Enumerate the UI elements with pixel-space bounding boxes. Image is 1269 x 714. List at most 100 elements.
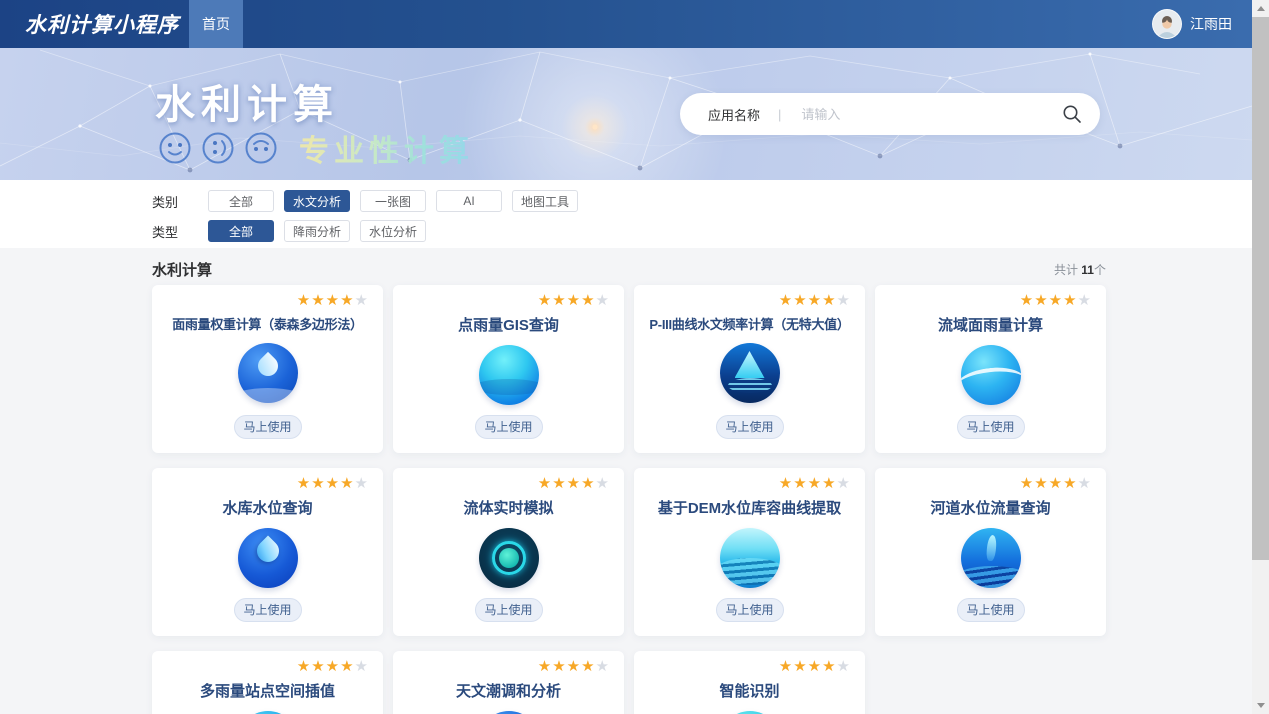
star-icon: ★ xyxy=(596,658,610,675)
filter-option[interactable]: 水文分析 xyxy=(284,190,350,212)
use-now-button[interactable]: 马上使用 xyxy=(957,598,1025,622)
search-divider: | xyxy=(778,107,781,122)
search-icon[interactable] xyxy=(1062,104,1082,124)
rating-stars: ★★★★★ xyxy=(538,476,614,492)
star-icon: ★ xyxy=(297,292,311,309)
hero-title: 水利计算 xyxy=(155,72,339,130)
top-navbar: 水利计算小程序 首页 江雨田 xyxy=(0,0,1252,48)
star-icon: ★ xyxy=(311,475,325,492)
count-value: 11 xyxy=(1081,263,1094,277)
star-icon: ★ xyxy=(808,658,822,675)
app-title: 流域面雨量计算 xyxy=(938,314,1043,335)
filter-option[interactable]: 水位分析 xyxy=(360,220,426,242)
star-icon: ★ xyxy=(1034,292,1048,309)
use-now-button[interactable]: 马上使用 xyxy=(234,415,302,439)
app-title: 点雨量GIS查询 xyxy=(458,314,559,335)
app-card: ★★★★★ 面雨量权重计算（泰森多边形法） 马上使用 xyxy=(152,285,383,453)
filter-row: 类型 全部降雨分析水位分析 xyxy=(152,220,1252,242)
rating-stars: ★★★★★ xyxy=(297,293,373,309)
tab-home[interactable]: 首页 xyxy=(189,0,243,48)
star-icon: ★ xyxy=(779,658,793,675)
app-title: 智能识别 xyxy=(719,680,779,701)
star-icon: ★ xyxy=(793,475,807,492)
star-icon: ★ xyxy=(552,475,566,492)
rating-stars: ★★★★★ xyxy=(538,659,614,675)
filter-band: 类别 全部水文分析一张图AI地图工具 类型 全部降雨分析水位分析 xyxy=(0,180,1252,248)
star-icon: ★ xyxy=(1034,475,1048,492)
app-card: ★★★★★ 智能识别 马上使用 xyxy=(634,651,865,714)
app-card: ★★★★★ 天文潮调和分析 马上使用 xyxy=(393,651,624,714)
star-icon: ★ xyxy=(1063,292,1077,309)
use-now-button[interactable]: 马上使用 xyxy=(716,598,784,622)
star-icon: ★ xyxy=(326,658,340,675)
filter-option[interactable]: 全部 xyxy=(208,190,274,212)
star-icon: ★ xyxy=(793,292,807,309)
star-icon: ★ xyxy=(538,658,552,675)
total-count: 共计 11个 xyxy=(1054,261,1106,278)
wave-sphere-icon xyxy=(961,345,1021,405)
use-now-button[interactable]: 马上使用 xyxy=(716,415,784,439)
use-now-button[interactable]: 马上使用 xyxy=(475,415,543,439)
count-prefix: 共计 xyxy=(1054,263,1081,277)
scroll-up-button[interactable] xyxy=(1252,0,1269,17)
filter-option[interactable]: 全部 xyxy=(208,220,274,242)
star-icon: ★ xyxy=(822,292,836,309)
star-icon: ★ xyxy=(567,475,581,492)
star-icon: ★ xyxy=(538,292,552,309)
rating-stars: ★★★★★ xyxy=(1020,476,1096,492)
star-icon: ★ xyxy=(311,292,325,309)
filter-option[interactable]: AI xyxy=(436,190,502,212)
app-title: 水库水位查询 xyxy=(222,497,312,518)
star-icon: ★ xyxy=(1020,475,1034,492)
star-icon: ★ xyxy=(1020,292,1034,309)
app-brand: 水利计算小程序 xyxy=(25,9,179,39)
filter-option[interactable]: 降雨分析 xyxy=(284,220,350,242)
hero-banner: 水利计算 专业性计算 xyxy=(0,48,1252,180)
star-icon: ★ xyxy=(340,658,354,675)
scrollbar-thumb[interactable] xyxy=(1252,17,1269,560)
use-now-button[interactable]: 马上使用 xyxy=(475,598,543,622)
app-title: 面雨量权重计算（泰森多边形法） xyxy=(172,314,363,333)
filter-option[interactable]: 地图工具 xyxy=(512,190,578,212)
nav-tabs: 首页 xyxy=(189,0,243,48)
filter-option[interactable]: 一张图 xyxy=(360,190,426,212)
star-icon: ★ xyxy=(808,475,822,492)
rating-stars: ★★★★★ xyxy=(779,659,855,675)
app-card: ★★★★★ 流体实时模拟 马上使用 xyxy=(393,468,624,636)
star-icon: ★ xyxy=(581,292,595,309)
rating-stars: ★★★★★ xyxy=(1020,293,1096,309)
app-card: ★★★★★ 多雨量站点空间插值 马上使用 xyxy=(152,651,383,714)
app-card: ★★★★★ 河道水位流量查询 马上使用 xyxy=(875,468,1106,636)
globe-sphere-icon xyxy=(479,345,539,405)
star-icon: ★ xyxy=(355,658,369,675)
hero-subtitle: 专业性计算 xyxy=(299,126,474,170)
app-card: ★★★★★ 水库水位查询 马上使用 xyxy=(152,468,383,636)
rating-stars: ★★★★★ xyxy=(297,476,373,492)
smiley-smile-icon xyxy=(158,131,192,165)
user-name: 江雨田 xyxy=(1190,14,1232,34)
star-icon: ★ xyxy=(1049,475,1063,492)
filter-options: 全部降雨分析水位分析 xyxy=(208,220,436,242)
smiley-zen-icon xyxy=(244,131,278,165)
app-window: 水利计算小程序 首页 江雨田 xyxy=(0,0,1269,714)
star-icon: ★ xyxy=(779,475,793,492)
star-icon: ★ xyxy=(1049,292,1063,309)
vertical-scrollbar xyxy=(1252,0,1269,714)
app-card: ★★★★★ P-III曲线水文频率计算（无特大值） 马上使用 xyxy=(634,285,865,453)
star-icon: ★ xyxy=(779,292,793,309)
star-icon: ★ xyxy=(822,475,836,492)
scroll-down-button[interactable] xyxy=(1252,697,1269,714)
use-now-button[interactable]: 马上使用 xyxy=(957,415,1025,439)
user-menu[interactable]: 江雨田 xyxy=(1152,9,1232,39)
use-now-button[interactable]: 马上使用 xyxy=(234,598,302,622)
peak-reflection-icon xyxy=(720,343,780,403)
rating-stars: ★★★★★ xyxy=(297,659,373,675)
hero-subtitle-row: 专业性计算 xyxy=(158,126,474,170)
filter-row: 类别 全部水文分析一张图AI地图工具 xyxy=(152,190,1252,212)
water-drop-wave-icon xyxy=(238,343,298,403)
search-input[interactable] xyxy=(799,106,1062,123)
search-label: 应用名称 xyxy=(708,105,760,124)
app-cards-grid: ★★★★★ 面雨量权重计算（泰森多边形法） 马上使用 ★★★★★ 点雨量GIS查… xyxy=(152,285,1106,714)
main-content: 水利计算 共计 11个 ★★★★★ 面雨量权重计算（泰森多边形法） 马上使用 ★… xyxy=(0,248,1252,714)
star-icon: ★ xyxy=(837,475,851,492)
